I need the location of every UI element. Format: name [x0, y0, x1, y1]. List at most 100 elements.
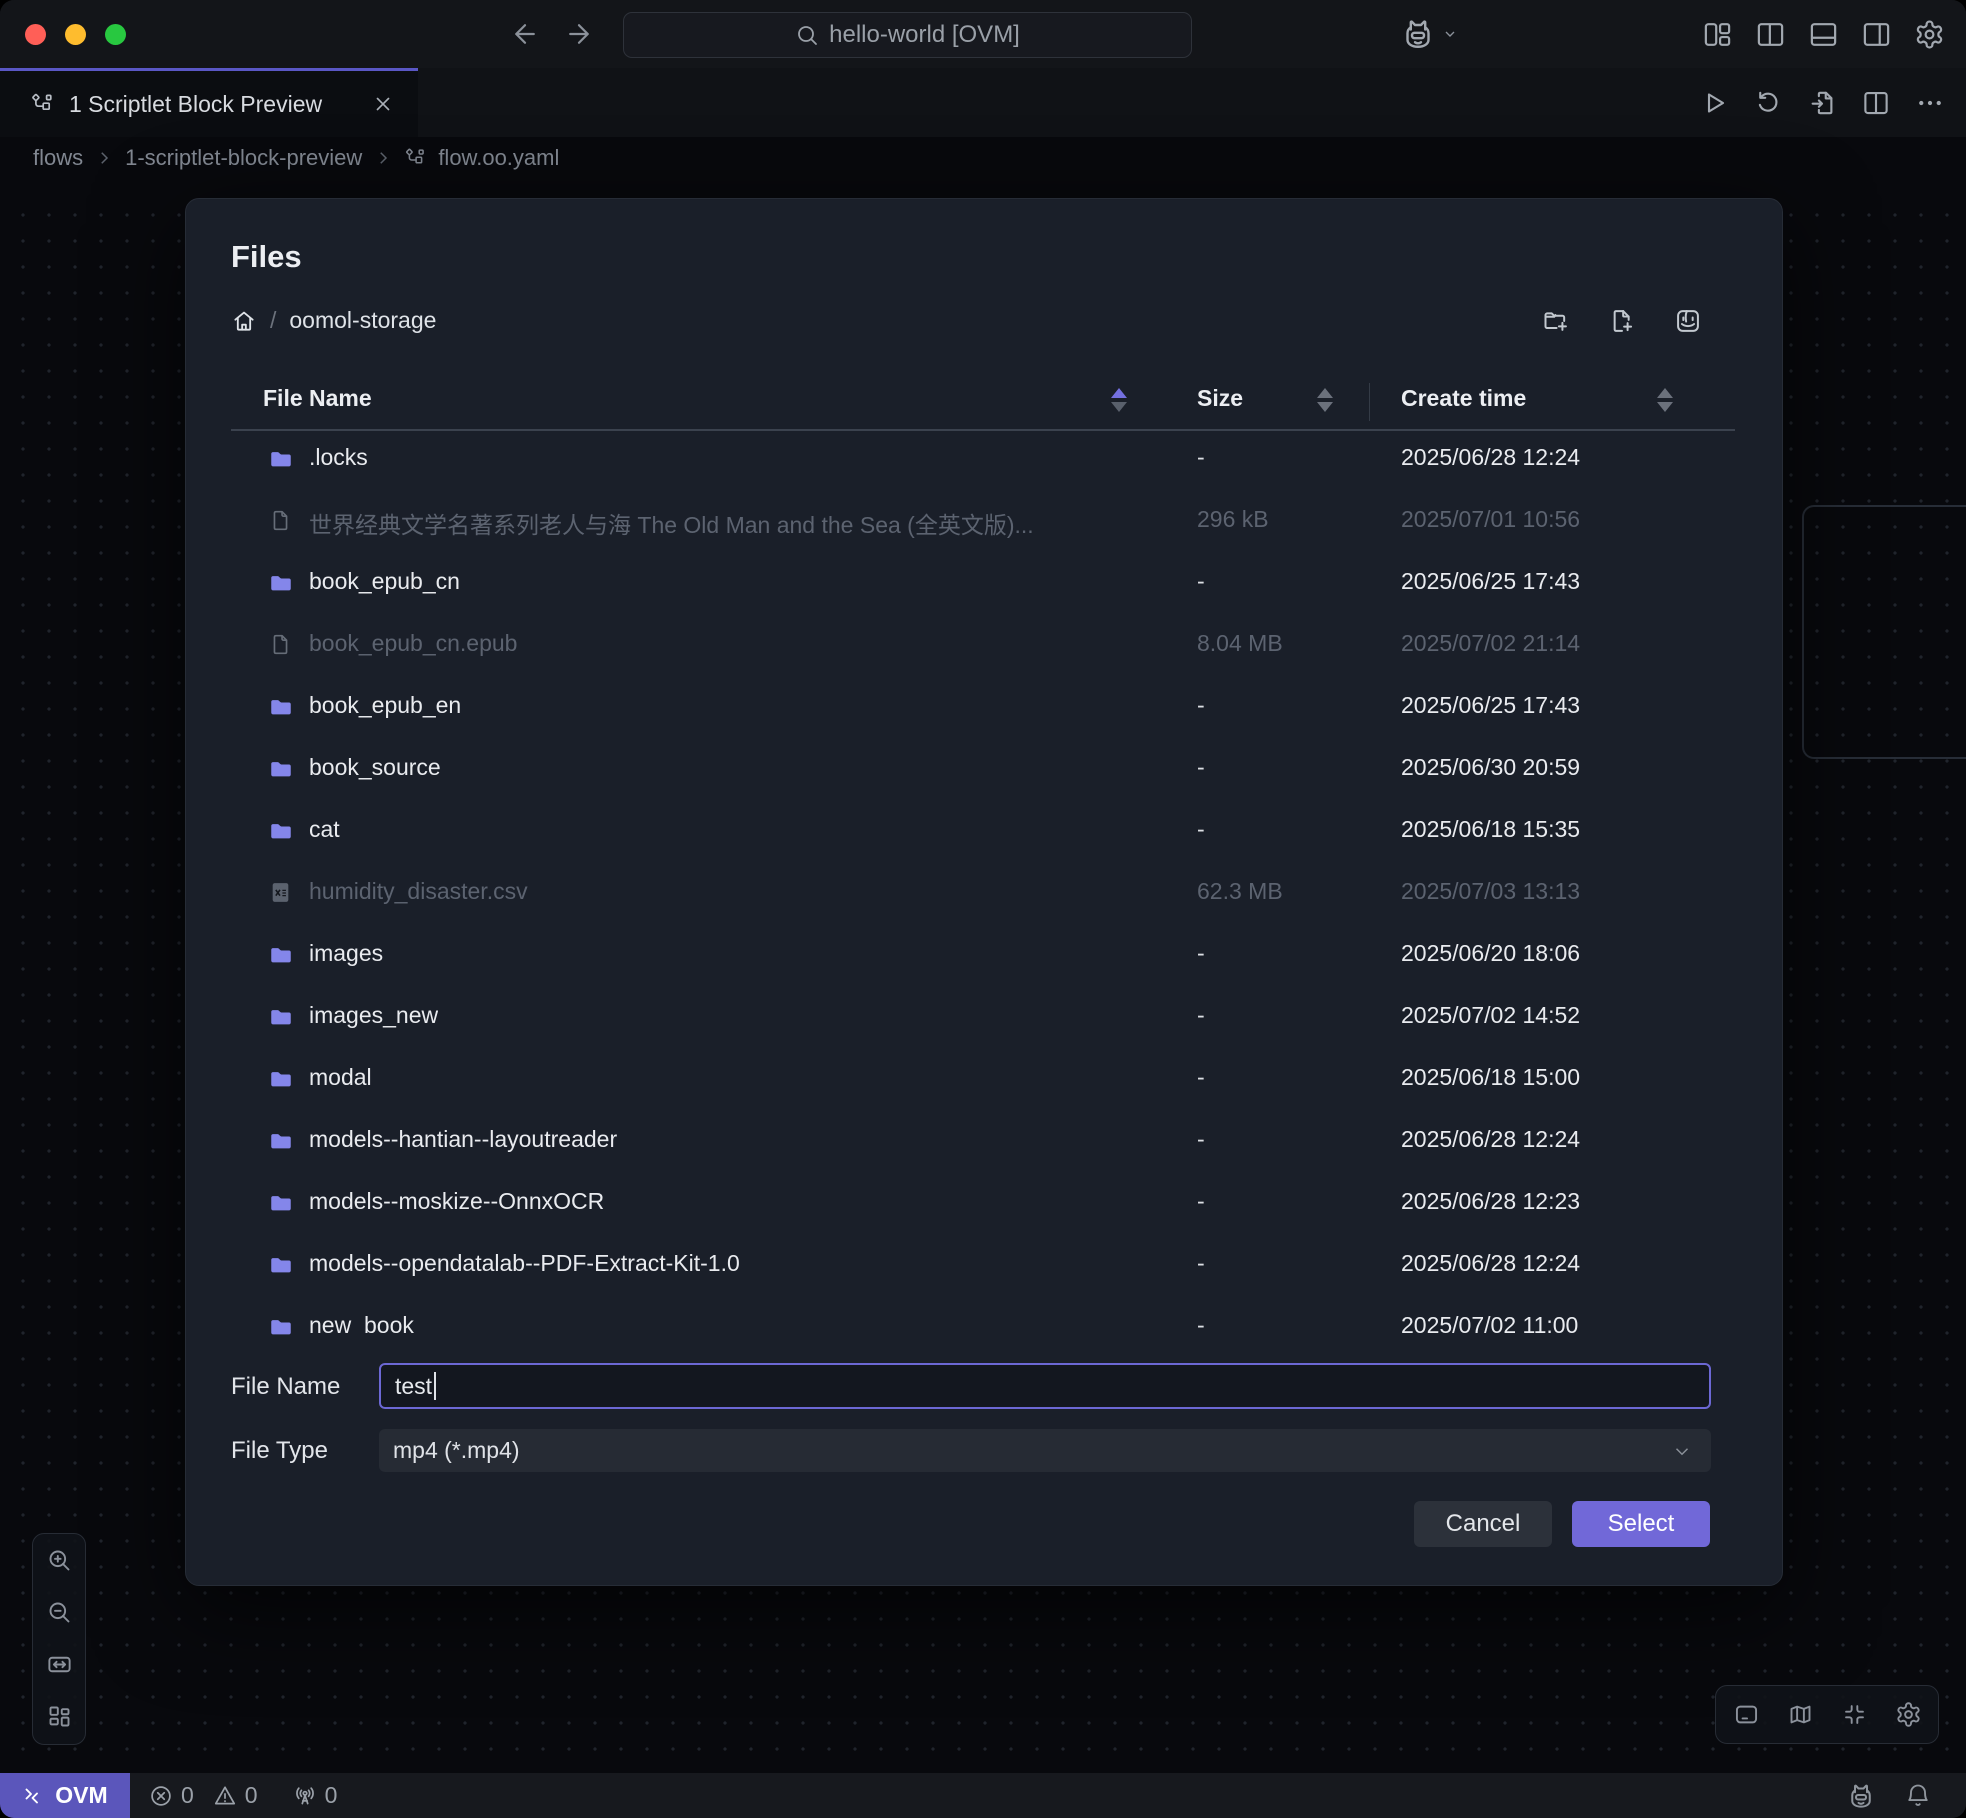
table-row[interactable]: images_new-2025/07/02 14:52 — [231, 987, 1735, 1049]
table-row[interactable]: cat-2025/06/18 15:35 — [231, 801, 1735, 863]
column-create-time[interactable]: Create time — [1401, 385, 1526, 412]
table-row[interactable]: 世界经典文学名著系列老人与海 The Old Man and the Sea (… — [231, 491, 1735, 553]
path-current-folder[interactable]: oomol-storage — [289, 307, 436, 334]
table-row[interactable]: new_book-2025/07/02 11:00 — [231, 1297, 1735, 1335]
flow-canvas[interactable]: flows 1-scriptlet-block-preview flow.oo.… — [0, 137, 1966, 1773]
file-size-cell: 8.04 MB — [1197, 630, 1283, 657]
toggle-console-icon[interactable] — [1733, 1701, 1760, 1728]
forward-icon[interactable] — [564, 19, 594, 49]
auto-layout-icon[interactable] — [46, 1703, 73, 1730]
toggle-panel-icon[interactable] — [1808, 19, 1839, 50]
table-row[interactable]: images-2025/06/20 18:06 — [231, 925, 1735, 987]
run-flow-icon[interactable] — [1699, 88, 1729, 118]
table-row[interactable]: modal-2025/06/18 15:00 — [231, 1049, 1735, 1111]
table-row[interactable]: humidity_disaster.csv 62.3 MB 2025/07/03 1… — [231, 863, 1735, 925]
breadcrumb-flows[interactable]: flows — [33, 145, 83, 171]
errors-indicator[interactable]: 0 — [148, 1782, 194, 1809]
file-size-cell: - — [1197, 1250, 1205, 1277]
more-actions-icon[interactable] — [1915, 88, 1945, 118]
home-icon[interactable] — [231, 308, 257, 334]
file-time-cell: 2025/07/01 10:56 — [1401, 506, 1580, 533]
chevron-down-icon — [1442, 26, 1458, 42]
table-row[interactable]: models--moskize--OnnxOCR-2025/06/28 12:2… — [231, 1173, 1735, 1235]
file-name-cell: book_epub_cn — [309, 568, 460, 595]
file-size-cell: - — [1197, 568, 1205, 595]
sort-file-name-icons[interactable] — [1111, 388, 1127, 412]
zoom-in-icon[interactable] — [46, 1547, 73, 1574]
file-time-cell: 2025/07/03 13:13 — [1401, 878, 1580, 905]
folder-icon — [268, 570, 294, 596]
file-name-label: File Name — [231, 1373, 340, 1401]
dialog-actions — [1542, 307, 1702, 335]
file-name-input[interactable]: test — [379, 1363, 1711, 1409]
new-folder-icon[interactable] — [1542, 307, 1570, 335]
column-file-name[interactable]: File Name — [263, 385, 372, 412]
back-icon[interactable] — [510, 19, 540, 49]
minimize-window-button[interactable] — [65, 24, 86, 45]
zoom-window-button[interactable] — [105, 24, 126, 45]
toggle-secondary-sidebar-icon[interactable] — [1861, 19, 1892, 50]
canvas-settings-gear-icon[interactable] — [1895, 1701, 1922, 1728]
ports-indicator[interactable]: 0 — [292, 1782, 338, 1809]
csv-icon — [268, 880, 293, 905]
file-name-cell: book_source — [309, 754, 441, 781]
select-button[interactable]: Select — [1572, 1501, 1710, 1547]
file-name-cell: 世界经典文学名著系列老人与海 The Old Man and the Sea (… — [309, 506, 1034, 540]
file-name-value: test — [395, 1373, 432, 1400]
close-tab-icon[interactable] — [372, 93, 394, 115]
flow-icon — [30, 92, 54, 116]
sort-size-icons[interactable] — [1317, 388, 1333, 412]
table-row[interactable]: book_epub_en-2025/06/25 17:43 — [231, 677, 1735, 739]
table-row[interactable]: book_epub_cn-2025/06/25 17:43 — [231, 553, 1735, 615]
fit-view-icon[interactable] — [46, 1651, 73, 1678]
file-icon — [268, 508, 293, 533]
notifications-bell-icon[interactable] — [1904, 1782, 1932, 1810]
remote-indicator[interactable]: OVM — [0, 1773, 130, 1818]
file-name-cell: models--hantian--layoutreader — [309, 1126, 617, 1153]
file-time-cell: 2025/06/18 15:35 — [1401, 816, 1580, 843]
dialog-title: Files — [231, 239, 302, 275]
file-type-select[interactable]: mp4 (*.mp4) — [379, 1429, 1711, 1472]
file-size-cell: - — [1197, 1312, 1205, 1335]
table-row[interactable]: book_source-2025/06/30 20:59 — [231, 739, 1735, 801]
table-row[interactable]: book_epub_cn.epub 8.04 MB 2025/07/02 21:14 — [231, 615, 1735, 677]
zoom-out-icon[interactable] — [46, 1599, 73, 1626]
minimap-icon[interactable] — [1787, 1701, 1814, 1728]
file-time-cell: 2025/06/20 18:06 — [1401, 940, 1580, 967]
background-panel-edge — [1802, 505, 1966, 759]
export-file-icon[interactable] — [1807, 88, 1837, 118]
new-file-icon[interactable] — [1608, 307, 1636, 335]
folder-icon — [268, 1066, 294, 1092]
breadcrumb-flow-folder[interactable]: 1-scriptlet-block-preview — [125, 145, 362, 171]
file-time-cell: 2025/07/02 21:14 — [1401, 630, 1580, 657]
table-row[interactable]: models--opendatalab--PDF-Extract-Kit-1.0… — [231, 1235, 1735, 1297]
file-name-cell: cat — [309, 816, 340, 843]
breadcrumb-flow-file[interactable]: flow.oo.yaml — [438, 145, 559, 171]
files-dialog: Files / oomol-storage File Name Size Cre… — [185, 198, 1783, 1586]
tab-title: 1 Scriptlet Block Preview — [69, 91, 322, 118]
split-editor-icon[interactable] — [1861, 88, 1891, 118]
file-size-cell: 62.3 MB — [1197, 878, 1283, 905]
command-center-search[interactable]: hello-world [OVM] — [623, 12, 1192, 58]
rerun-icon[interactable] — [1753, 88, 1783, 118]
mascot-fox-icon[interactable] — [1846, 1780, 1876, 1812]
file-name-cell: images — [309, 940, 383, 967]
file-type-value: mp4 (*.mp4) — [393, 1437, 520, 1464]
warnings-indicator[interactable]: 0 — [212, 1782, 258, 1809]
tab-scriptlet-block-preview[interactable]: 1 Scriptlet Block Preview — [0, 68, 418, 137]
cancel-button[interactable]: Cancel — [1414, 1501, 1552, 1547]
table-row[interactable]: .locks-2025/06/28 12:24 — [231, 429, 1735, 491]
close-window-button[interactable] — [25, 24, 46, 45]
collapse-view-icon[interactable] — [1841, 1701, 1868, 1728]
column-size[interactable]: Size — [1197, 385, 1243, 412]
layout-customize-icon[interactable] — [1702, 19, 1733, 50]
file-name-cell: humidity_disaster.csv — [309, 878, 528, 905]
reveal-in-finder-icon[interactable] — [1674, 307, 1702, 335]
file-name-cell: book_epub_cn.epub — [309, 630, 517, 657]
settings-gear-icon[interactable] — [1914, 19, 1945, 50]
titlebar: hello-world [OVM] — [0, 0, 1966, 68]
sort-create-time-icons[interactable] — [1657, 388, 1673, 412]
toggle-primary-sidebar-icon[interactable] — [1755, 19, 1786, 50]
assistant-menu[interactable] — [1400, 15, 1458, 53]
table-row[interactable]: models--hantian--layoutreader-2025/06/28… — [231, 1111, 1735, 1173]
